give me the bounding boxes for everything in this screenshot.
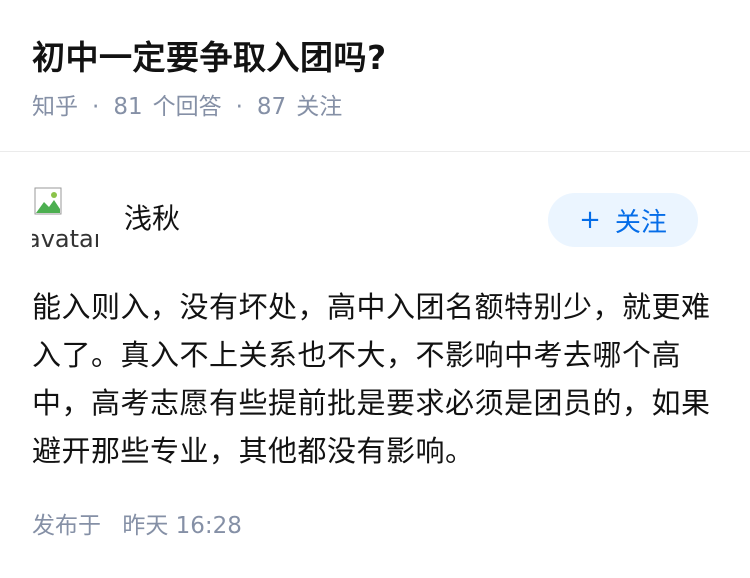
question-meta: 知乎 · 81 个回答 · 87 关注 bbox=[32, 92, 718, 122]
avatar-alt-text: avatar bbox=[32, 225, 98, 251]
published-label: 发布于 bbox=[32, 513, 101, 539]
author-name[interactable]: 浅秋 bbox=[124, 201, 180, 237]
plus-icon: + bbox=[579, 205, 601, 235]
answer-content: 能入则入，没有坏处，高中入团名额特别少，就更难入了。真入不上关系也不大，不影响中… bbox=[32, 290, 711, 468]
answer-count: 81 bbox=[113, 94, 143, 120]
answer-count-label: 个回答 bbox=[152, 94, 222, 120]
follow-button-label: 关注 bbox=[614, 207, 667, 238]
author-row: avatar 浅秋 + 关注 bbox=[32, 185, 718, 255]
follower-count-label: 关注 bbox=[296, 94, 343, 120]
broken-image-icon bbox=[34, 187, 62, 215]
divider bbox=[0, 151, 750, 152]
meta-separator: · bbox=[235, 94, 243, 120]
avatar[interactable]: avatar bbox=[32, 185, 98, 251]
follower-count: 87 bbox=[256, 94, 287, 120]
answer-time: 发布于 昨天 16:28 bbox=[32, 510, 242, 542]
meta-separator: · bbox=[92, 94, 100, 120]
source-label[interactable]: 知乎 bbox=[32, 92, 78, 122]
published-time: 昨天 16:28 bbox=[122, 513, 242, 539]
follow-button[interactable]: + 关注 bbox=[548, 193, 698, 247]
question-title[interactable]: 初中一定要争取入团吗? bbox=[32, 36, 718, 80]
question-header: 初中一定要争取入团吗? 知乎 · 81 个回答 · 87 关注 bbox=[32, 36, 718, 122]
